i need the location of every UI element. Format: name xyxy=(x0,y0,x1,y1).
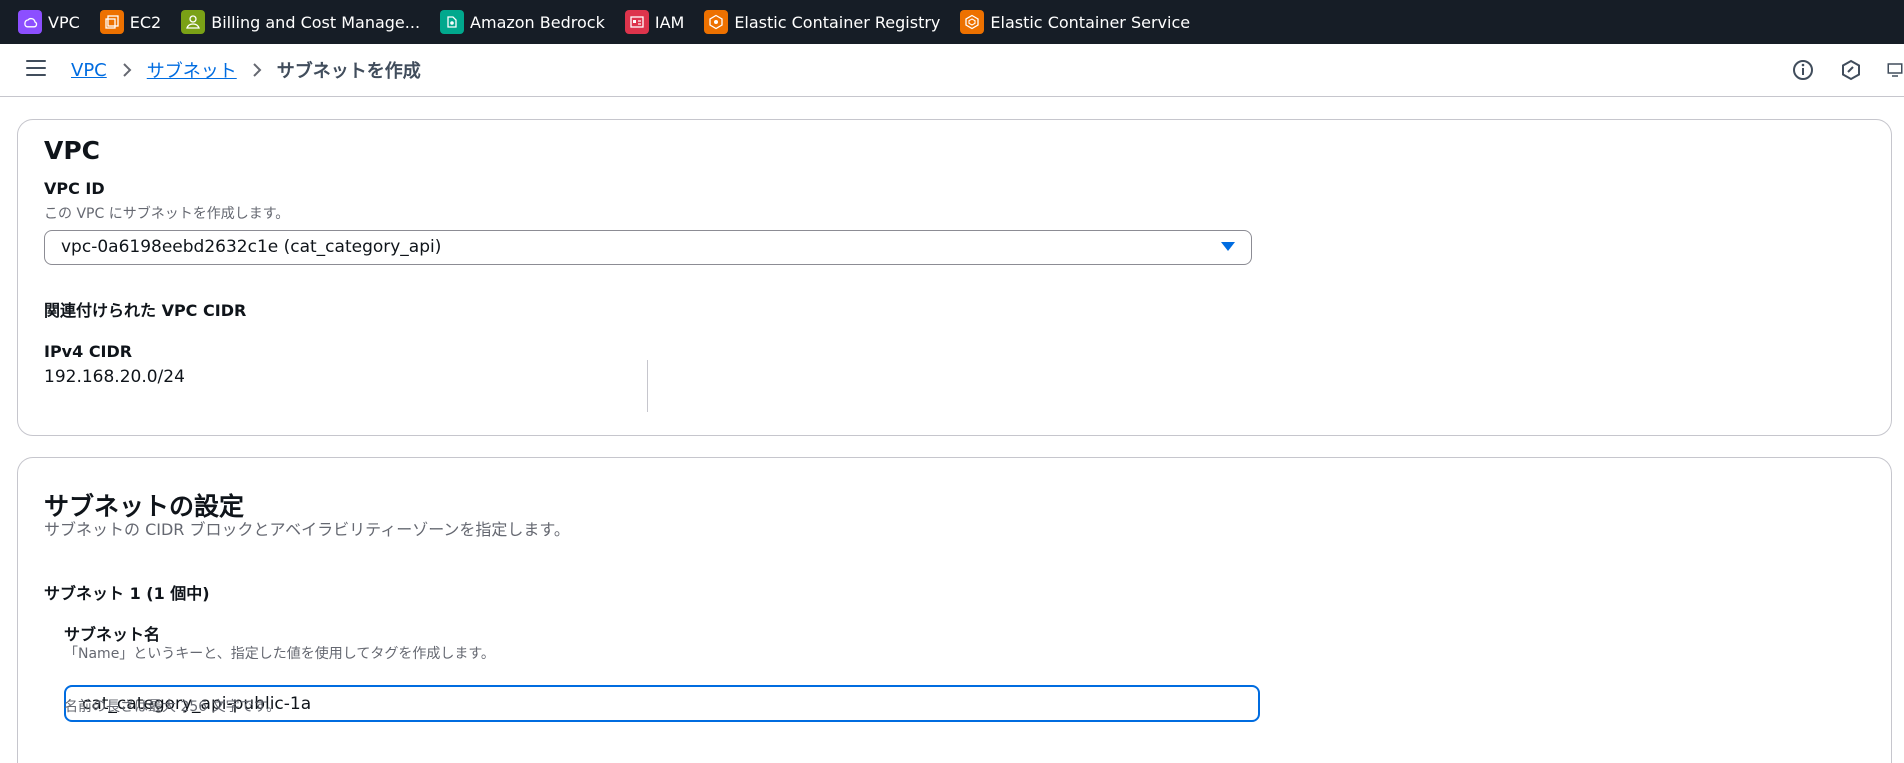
subnet-settings-panel: サブネットの設定 サブネットの CIDR ブロックとアベイラビリティーゾーンを指… xyxy=(17,457,1892,763)
favorites-bar: VPC EC2 Billing and Cost Manage... Amazo… xyxy=(0,0,1904,44)
subnet-name-hint: 名前の長さは最大 256 文字です。 xyxy=(64,699,281,715)
favorite-ec2[interactable]: EC2 xyxy=(99,10,162,34)
subnet-1-heading: サブネット 1 (1 個中) xyxy=(44,584,210,603)
ipv4-cidr-value: 192.168.20.0/24 xyxy=(44,367,185,387)
breadcrumb: VPC サブネット サブネットを作成 xyxy=(71,57,421,83)
ec2-icon xyxy=(99,10,124,34)
column-divider xyxy=(647,360,648,412)
chevron-right-icon xyxy=(121,63,133,77)
info-icon[interactable] xyxy=(1790,57,1816,83)
favorite-label: IAM xyxy=(654,12,685,32)
ecr-icon xyxy=(704,10,729,34)
vpc-id-selected-value: vpc-0a6198eebd2632c1e (cat_category_api) xyxy=(61,237,442,257)
favorite-label: Elastic Container Service xyxy=(990,12,1191,32)
favorite-label: Billing and Cost Manage... xyxy=(211,12,421,32)
favorite-billing[interactable]: Billing and Cost Manage... xyxy=(181,10,420,34)
favorite-label: Amazon Bedrock xyxy=(470,12,605,32)
favorite-label: Elastic Container Registry xyxy=(734,12,941,32)
iam-icon xyxy=(624,10,649,34)
vpc-section-title: VPC xyxy=(44,136,101,165)
favorite-label: VPC xyxy=(48,12,80,32)
breadcrumb-bar: VPC サブネット サブネットを作成 xyxy=(0,44,1904,97)
vpc-panel: VPC VPC ID この VPC にサブネットを作成します。 vpc-0a61… xyxy=(17,119,1892,436)
utility-icons xyxy=(1768,57,1904,83)
main-content: VPC VPC ID この VPC にサブネットを作成します。 vpc-0a61… xyxy=(0,97,1904,763)
vpc-id-label: VPC ID xyxy=(44,179,105,198)
billing-icon xyxy=(181,10,206,34)
favorite-ecs[interactable]: Elastic Container Service xyxy=(960,10,1190,34)
ecs-icon xyxy=(960,10,985,34)
display-settings-icon[interactable] xyxy=(1886,57,1904,83)
favorite-bedrock[interactable]: Amazon Bedrock xyxy=(440,10,605,34)
subnet-name-label: サブネット名 xyxy=(64,625,161,644)
feedback-icon[interactable] xyxy=(1838,57,1864,83)
breadcrumb-current: サブネットを作成 xyxy=(276,61,421,82)
vpc-id-description: この VPC にサブネットを作成します。 xyxy=(44,206,290,222)
bedrock-icon xyxy=(440,10,465,34)
favorite-iam[interactable]: IAM xyxy=(624,10,685,34)
vpc-cidr-heading: 関連付けられた VPC CIDR xyxy=(44,301,247,320)
vpc-icon xyxy=(18,10,42,34)
breadcrumb-vpc[interactable]: VPC xyxy=(71,60,107,81)
chevron-right-icon xyxy=(251,63,263,77)
vpc-id-select[interactable]: vpc-0a6198eebd2632c1e (cat_category_api) xyxy=(44,230,1252,265)
ipv4-cidr-label: IPv4 CIDR xyxy=(44,342,133,361)
breadcrumb-subnets[interactable]: サブネット xyxy=(147,57,237,83)
favorite-label: EC2 xyxy=(129,12,162,32)
favorite-vpc[interactable]: VPC xyxy=(18,10,80,34)
menu-icon[interactable] xyxy=(26,60,46,78)
subnet-name-description: 「Name」というキーと、指定した値を使用してタグを作成します。 xyxy=(64,646,495,662)
subnet-settings-description: サブネットの CIDR ブロックとアベイラビリティーゾーンを指定します。 xyxy=(44,520,570,539)
caret-down-icon xyxy=(1221,242,1235,251)
favorite-ecr[interactable]: Elastic Container Registry xyxy=(704,10,940,34)
